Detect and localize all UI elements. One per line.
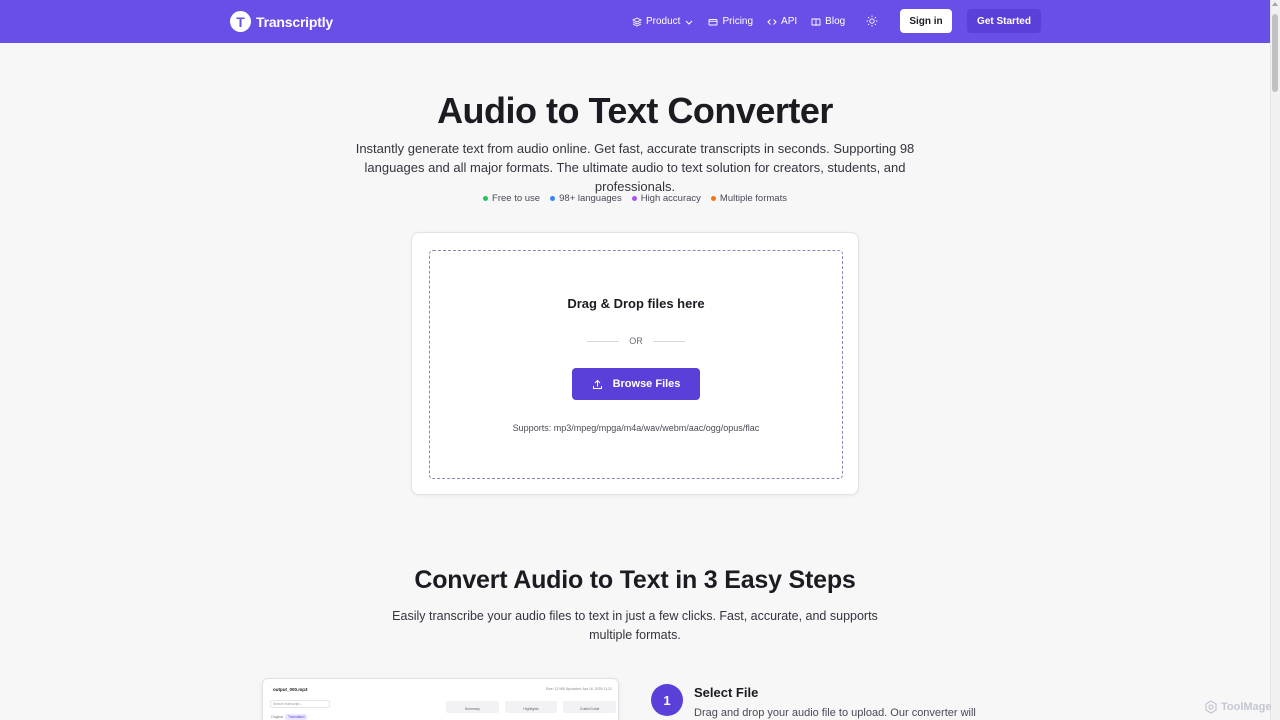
app-preview-image: output_000.mp3 Size: 12 MB Uploaded: Apr…: [262, 678, 619, 720]
purple-dot-icon: [631, 196, 637, 201]
feature-formats: Multiple formats: [710, 193, 787, 204]
feature-label: 98+ languages: [559, 193, 622, 204]
preview-chip: Original: [271, 715, 284, 719]
browse-files-label: Browse Files: [612, 378, 681, 390]
preview-tab: Summary: [446, 701, 499, 713]
feature-languages: 98+ languages: [550, 193, 622, 204]
preview-tab: Highlights: [504, 701, 558, 713]
preview-search: Search transcript...: [270, 700, 330, 708]
blue-dot-icon: [550, 196, 556, 201]
preview-tabs: Summary Highlights Guide/Guide: [446, 701, 617, 713]
feature-label: High accuracy: [640, 193, 701, 204]
watermark-text: ToolMage: [1221, 701, 1272, 713]
orange-dot-icon: [710, 196, 716, 201]
or-divider: OR: [430, 336, 842, 346]
chevron-down-icon: [686, 20, 693, 25]
green-dot-icon: [483, 196, 489, 201]
feature-accuracy: High accuracy: [631, 193, 701, 204]
step-title: Select File: [694, 685, 759, 700]
scroll-up-arrow-icon[interactable]: [1272, 2, 1278, 6]
nav-api[interactable]: API: [767, 16, 797, 27]
divider-line: [652, 340, 685, 342]
watermark: ToolMage: [1204, 700, 1272, 714]
brand-logo-icon: T: [230, 11, 251, 32]
browse-files-button[interactable]: Browse Files: [572, 368, 700, 400]
code-icon: [767, 18, 777, 25]
nav-product[interactable]: Product: [632, 16, 694, 27]
credit-card-icon: [709, 18, 718, 25]
nav-pricing[interactable]: Pricing: [708, 16, 753, 27]
hero-subtitle: Instantly generate text from audio onlin…: [355, 141, 915, 194]
book-icon: [811, 18, 821, 26]
nav-product-label: Product: [646, 16, 681, 27]
upload-icon: [592, 379, 602, 389]
scrollbar-track[interactable]: [1270, 0, 1280, 720]
steps-subtitle: Easily transcribe your audio files to te…: [392, 609, 878, 642]
drop-zone[interactable]: Drag & Drop files here OR Browse Files S…: [429, 250, 843, 479]
step-number-badge: 1: [651, 684, 683, 716]
brand[interactable]: T Transcriptly: [230, 11, 333, 32]
layers-icon: [632, 16, 642, 27]
nav-blog-label: Blog: [825, 16, 846, 27]
scrollbar-thumb[interactable]: [1272, 14, 1278, 92]
preview-tab: Guide/Guide: [563, 701, 617, 713]
watermark-logo-icon: [1205, 700, 1217, 714]
supported-formats: Supports: mp3/mpeg/mpga/m4a/wav/webm/aac…: [512, 423, 760, 433]
brand-name: Transcriptly: [256, 13, 333, 30]
sign-in-button[interactable]: Sign in: [900, 9, 952, 33]
nav-api-label: API: [781, 16, 798, 27]
divider-line: [587, 340, 620, 342]
nav-pricing-label: Pricing: [722, 16, 754, 27]
step-description: Drag and drop your audio file to upload.…: [694, 707, 976, 719]
upload-card: Drag & Drop files here OR Browse Files S…: [411, 232, 859, 495]
feature-label: Free to use: [492, 193, 541, 204]
feature-free: Free to use: [483, 193, 540, 204]
feature-list: Free to use 98+ languages High accuracy …: [0, 193, 1270, 204]
preview-filename: output_000.mp3: [273, 687, 308, 692]
nav-blog[interactable]: Blog: [811, 16, 845, 27]
nav-links: Product Pricing API Blog: [632, 0, 845, 43]
top-navbar: T Transcriptly Product Pricing API Blog: [0, 0, 1270, 43]
get-started-button[interactable]: Get Started: [967, 9, 1041, 33]
feature-label: Multiple formats: [719, 193, 787, 204]
or-label: OR: [629, 336, 643, 346]
preview-chip: Translated: [285, 714, 308, 720]
drop-zone-title: Drag & Drop files here: [567, 296, 705, 311]
sun-icon[interactable]: [866, 15, 878, 27]
preview-meta: Size: 12 MB Uploaded: Apr 16, 2025 11:21: [545, 687, 612, 691]
hero-title: Audio to Text Converter: [437, 90, 833, 131]
steps-title: Convert Audio to Text in 3 Easy Steps: [414, 566, 856, 594]
